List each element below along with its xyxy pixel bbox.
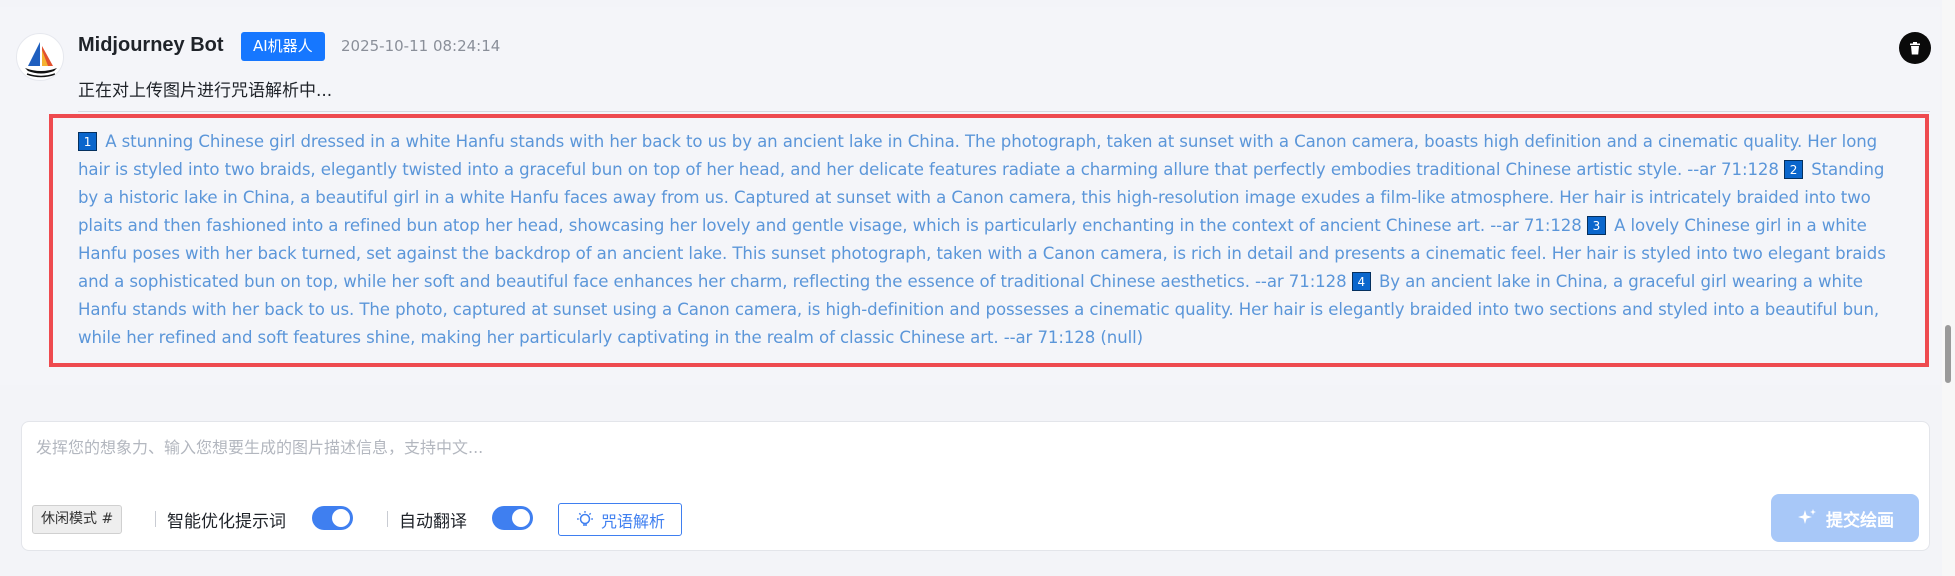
- bot-name: Midjourney Bot: [78, 34, 224, 56]
- smart-prompt-toggle[interactable]: [312, 506, 353, 530]
- auto-translate-toggle[interactable]: [492, 506, 533, 530]
- separator: [155, 511, 156, 527]
- scrollbar-track[interactable]: [1942, 0, 1955, 576]
- submit-drawing-button[interactable]: 提交绘画: [1771, 494, 1919, 542]
- result-number-badge: 4: [1351, 272, 1371, 291]
- separator: [387, 511, 388, 527]
- lightbulb-icon: [576, 510, 593, 526]
- divider: [78, 111, 1930, 112]
- result-number-badge: 3: [1586, 216, 1606, 235]
- smart-prompt-label: 智能优化提示词: [167, 512, 286, 532]
- prompt-results-text: 1 A stunning Chinese girl dressed in a w…: [78, 128, 1909, 352]
- trash-icon: [1910, 41, 1920, 54]
- prompt-results-box: 1 A stunning Chinese girl dressed in a w…: [49, 114, 1929, 367]
- ai-bot-badge: AI机器人: [241, 32, 325, 61]
- mode-tag[interactable]: 休闲模式 #: [32, 505, 123, 534]
- spell-parse-button[interactable]: 咒语解析: [558, 503, 682, 536]
- composer-panel: 休闲模式 # 智能优化提示词 自动翻译 咒语解析: [21, 421, 1930, 551]
- result-trailing: (null): [1100, 328, 1144, 347]
- prompt-input[interactable]: [36, 432, 1916, 462]
- parsing-status-text: 正在对上传图片进行咒语解析中...: [78, 81, 333, 101]
- result-text-1[interactable]: A stunning Chinese girl dressed in a whi…: [78, 132, 1877, 179]
- auto-translate-label: 自动翻译: [399, 512, 467, 532]
- submit-label: 提交绘画: [1826, 510, 1894, 531]
- result-number-badge: 2: [1784, 160, 1804, 179]
- spell-parse-label: 咒语解析: [600, 511, 665, 531]
- bot-avatar: [16, 33, 64, 81]
- result-number-badge: 1: [78, 132, 97, 151]
- sparkle-icon: [1798, 509, 1816, 524]
- message-timestamp: 2025-10-11 08:24:14: [341, 37, 501, 55]
- scrollbar-thumb[interactable]: [1945, 325, 1951, 383]
- delete-message-button[interactable]: [1899, 32, 1931, 64]
- sailboat-logo-icon: [25, 42, 57, 78]
